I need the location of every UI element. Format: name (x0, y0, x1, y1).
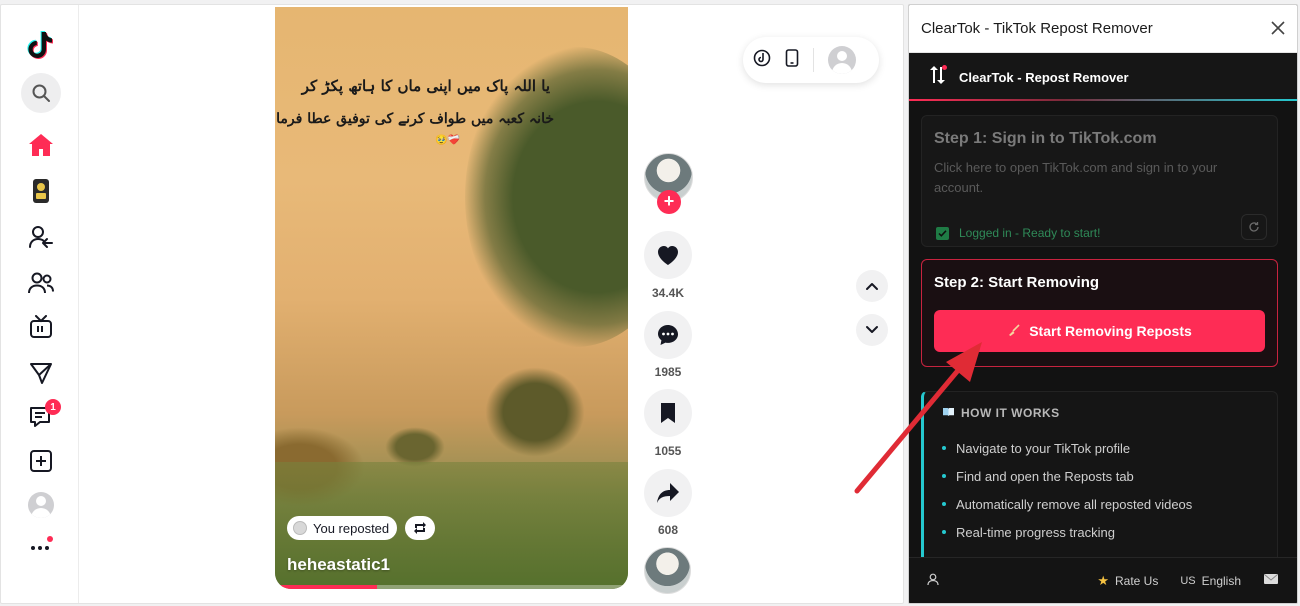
music-disc-avatar[interactable] (644, 547, 691, 594)
step1-title: Step 1: Sign in to TikTok.com (934, 130, 1157, 147)
video-caption-line-1: یا اللہ پاک میں اپنی ماں کا ہاتھ پکڑ کر (301, 77, 550, 95)
list-item: Navigate to your TikTok profile (942, 434, 1259, 462)
comment-button[interactable] (644, 311, 692, 359)
follow-plus-icon[interactable]: + (657, 190, 681, 214)
share-arrow-icon (657, 483, 679, 503)
live-icon[interactable] (21, 307, 61, 347)
share-count: 608 (657, 523, 679, 537)
screen: 1 یا اللہ پاک میں اپنی ماں کا ہاتھ پکڑ ک… (0, 0, 1300, 606)
book-icon (942, 406, 955, 420)
refresh-icon[interactable] (1241, 214, 1267, 240)
rate-us-label: Rate Us (1115, 573, 1159, 588)
you-reposted-badge: You reposted (287, 516, 398, 540)
extension-footer: ★ Rate Us US English (909, 557, 1297, 603)
mini-avatar (293, 521, 307, 535)
video-caption-emojis: 🥹❤️‍🩹 (435, 135, 460, 146)
how-it-works-card: HOW IT WORKS Navigate to your TikTok pro… (921, 391, 1278, 559)
tree-shape (485, 367, 585, 457)
repost-toggle-icon[interactable] (405, 516, 435, 540)
start-removing-reposts-button[interactable]: Start Removing Reposts (934, 310, 1265, 352)
cleartok-logo-icon (927, 64, 949, 91)
extension-header: ClearTok - TikTok Repost Remover (909, 5, 1297, 53)
friends-icon[interactable] (21, 263, 61, 303)
messages-badge: 1 (45, 399, 61, 415)
step1-card[interactable]: Step 1: Sign in to TikTok.com Click here… (921, 115, 1278, 247)
save-button[interactable] (644, 389, 692, 437)
brand-accent-line (909, 99, 1297, 101)
broom-icon (1007, 323, 1021, 340)
repost-label: You reposted (313, 520, 390, 536)
home-icon[interactable] (21, 125, 61, 165)
step1-description[interactable]: Click here to open TikTok.com and sign i… (934, 158, 1265, 198)
left-sidebar: 1 (1, 5, 79, 603)
user-icon[interactable] (927, 573, 939, 589)
messages-send-icon[interactable] (21, 353, 61, 393)
tree-shape (385, 427, 445, 467)
start-button-label: Start Removing Reposts (1029, 323, 1192, 339)
next-video-button[interactable] (856, 314, 888, 346)
step2-title: Step 2: Start Removing (934, 274, 1100, 291)
video-progress-fill (275, 585, 378, 589)
upload-icon[interactable] (21, 441, 61, 481)
following-icon[interactable] (21, 217, 61, 257)
divider (813, 48, 814, 72)
how-it-works-title: HOW IT WORKS (961, 406, 1060, 420)
list-item: Automatically remove all reposted videos (942, 490, 1259, 518)
star-icon: ★ (1097, 572, 1109, 588)
language-selector[interactable]: US English (1180, 574, 1241, 588)
chevron-down-icon (866, 326, 878, 333)
previous-video-button[interactable] (856, 270, 888, 302)
language-label: English (1201, 573, 1241, 588)
tiktok-logo-icon[interactable] (21, 25, 61, 65)
comment-count: 1985 (654, 365, 682, 379)
chevron-up-icon (866, 283, 878, 290)
comment-icon (658, 325, 678, 345)
extension-body: Step 1: Sign in to TikTok.com Click here… (909, 103, 1297, 559)
how-it-works-heading: HOW IT WORKS (942, 406, 1259, 420)
save-count: 1055 (654, 444, 682, 458)
login-status-text: Logged in - Ready to start! (959, 226, 1101, 240)
video-player[interactable]: یا اللہ پاک میں اپنی ماں کا ہاتھ پکڑ کر … (275, 7, 628, 589)
how-it-works-list: Navigate to your TikTok profile Find and… (942, 434, 1259, 546)
profile-avatar[interactable] (21, 485, 61, 525)
brand-title: ClearTok - Repost Remover (959, 69, 1129, 85)
check-icon (936, 226, 949, 240)
like-button[interactable] (644, 231, 692, 279)
cleartok-extension-panel: ClearTok - TikTok Repost Remover ClearTo… (908, 4, 1298, 604)
extension-brand-bar: ClearTok - Repost Remover (909, 53, 1297, 101)
bookmark-icon (661, 403, 675, 423)
list-item: Real-time progress tracking (942, 518, 1259, 546)
top-actions-pill (743, 37, 879, 83)
close-icon[interactable] (1271, 19, 1285, 39)
mail-icon[interactable] (1263, 573, 1279, 588)
inbox-icon[interactable]: 1 (21, 397, 61, 437)
login-status: Logged in - Ready to start! (936, 226, 1100, 240)
mobile-device-icon[interactable] (785, 48, 799, 72)
tiktok-coin-icon[interactable] (753, 49, 771, 72)
rate-us-link[interactable]: ★ Rate Us (1097, 573, 1158, 589)
list-item: Find and open the Reposts tab (942, 462, 1259, 490)
video-progress-bar[interactable] (275, 585, 628, 589)
like-count: 34.4K (651, 286, 685, 300)
more-icon[interactable] (21, 527, 61, 567)
explore-icon[interactable] (21, 171, 61, 211)
extension-window-title: ClearTok - TikTok Repost Remover (921, 20, 1153, 37)
video-author-username[interactable]: heheastatic1 (287, 555, 390, 575)
footer-actions: ★ Rate Us US English (1097, 573, 1279, 589)
heart-icon (658, 246, 678, 265)
search-icon[interactable] (21, 73, 61, 113)
us-flag-icon: US (1180, 574, 1196, 587)
video-caption-line-2: خانہ کعبہ میں طواف کرنے کی توفیق عطا فرم… (275, 111, 554, 127)
account-avatar[interactable] (828, 46, 856, 74)
tiktok-page: 1 یا اللہ پاک میں اپنی ماں کا ہاتھ پکڑ ک… (0, 4, 904, 604)
notification-dot-icon (47, 536, 53, 542)
step2-card: Step 2: Start Removing Start Removing Re… (921, 259, 1278, 367)
share-button[interactable] (644, 469, 692, 517)
